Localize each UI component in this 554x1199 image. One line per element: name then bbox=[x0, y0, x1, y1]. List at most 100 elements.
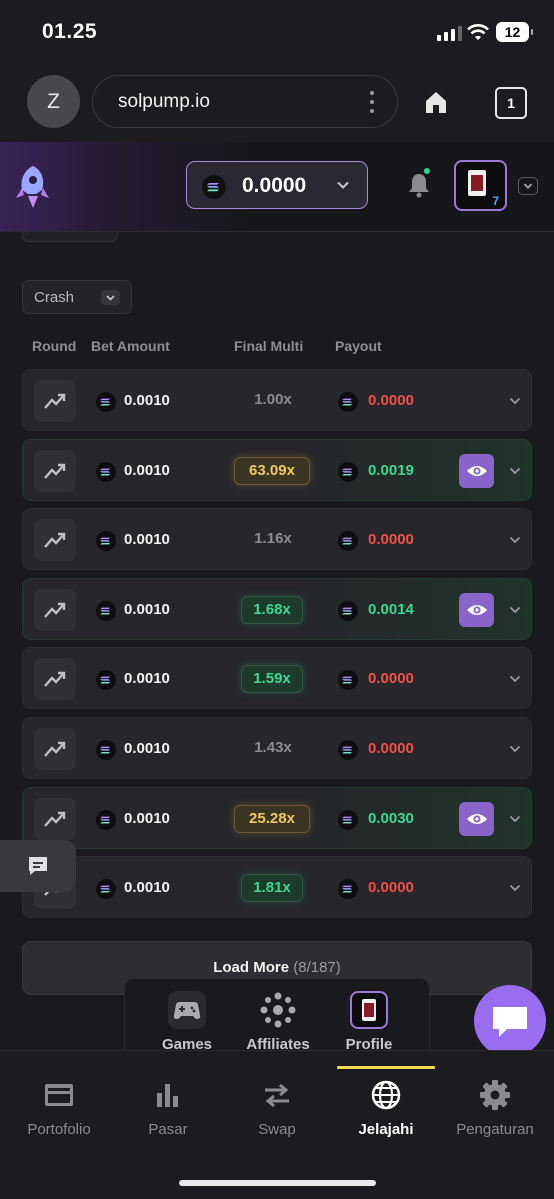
view-round-button[interactable] bbox=[459, 593, 494, 627]
status-bar: 01.25 12 bbox=[0, 0, 554, 64]
balance-amount: 0.0000 bbox=[242, 174, 307, 197]
view-round-button[interactable] bbox=[459, 454, 494, 488]
nav-pasar[interactable]: Pasar bbox=[113, 1079, 223, 1138]
nav-label: Swap bbox=[258, 1121, 296, 1138]
browser-avatar[interactable]: Z bbox=[27, 75, 80, 128]
tabs-button[interactable]: 1 bbox=[495, 87, 527, 119]
bet-amount: 0.0010 bbox=[124, 462, 170, 479]
expand-chevron-icon[interactable] bbox=[509, 882, 521, 894]
profile-avatar[interactable]: 7 bbox=[454, 160, 507, 211]
expand-chevron-icon[interactable] bbox=[509, 395, 521, 407]
final-multiplier: 25.28x bbox=[234, 805, 310, 833]
home-icon[interactable] bbox=[423, 89, 449, 115]
menu-item-label: Games bbox=[161, 1036, 213, 1050]
view-round-button[interactable] bbox=[459, 802, 494, 836]
nav-jelajahi[interactable]: Jelajahi bbox=[331, 1079, 441, 1138]
solana-icon bbox=[96, 601, 116, 626]
eye-icon bbox=[467, 814, 487, 824]
level-badge: 7 bbox=[492, 194, 499, 208]
menu-item-affiliates[interactable]: Affiliates bbox=[230, 979, 326, 1050]
table-row[interactable]: 0.0010 63.09x 0.0019 bbox=[22, 439, 532, 501]
popup-menu: Games Affiliates Profile bbox=[124, 978, 430, 1050]
chat-icon bbox=[493, 1007, 527, 1037]
table-row[interactable]: 0.0010 1.68x 0.0014 bbox=[22, 578, 532, 640]
bet-amount: 0.0010 bbox=[124, 810, 170, 827]
solana-icon bbox=[338, 879, 358, 904]
load-more-label: Load More bbox=[213, 959, 290, 976]
column-header-payout: Payout bbox=[335, 338, 382, 354]
nav-swap[interactable]: Swap bbox=[222, 1079, 332, 1138]
payout-amount: 0.0000 bbox=[368, 670, 414, 687]
support-chat-button[interactable] bbox=[474, 985, 546, 1050]
solana-icon bbox=[338, 392, 358, 417]
solana-icon bbox=[96, 531, 116, 556]
status-time: 01.25 bbox=[42, 20, 98, 43]
filter-button[interactable] bbox=[22, 232, 118, 242]
profile-chevron-down-icon[interactable] bbox=[518, 177, 538, 195]
final-multiplier: 1.81x bbox=[241, 874, 303, 902]
chat-bubble-icon bbox=[29, 857, 47, 875]
solpump-logo-icon[interactable] bbox=[14, 164, 52, 210]
payout-amount: 0.0000 bbox=[368, 879, 414, 896]
table-row[interactable]: 0.0010 25.28x 0.0030 bbox=[22, 787, 532, 849]
bet-amount: 0.0010 bbox=[124, 879, 170, 896]
solana-icon bbox=[96, 810, 116, 835]
address-bar[interactable]: solpump.io bbox=[92, 75, 398, 128]
url-text: solpump.io bbox=[118, 91, 210, 112]
network-icon bbox=[260, 992, 296, 1028]
expand-chevron-icon[interactable] bbox=[509, 673, 521, 685]
gear-icon bbox=[480, 1080, 510, 1110]
nav-portofolio[interactable]: Portofolio bbox=[4, 1079, 114, 1138]
bet-amount: 0.0010 bbox=[124, 601, 170, 618]
table-row[interactable]: 0.0010 1.59x 0.0000 bbox=[22, 647, 532, 709]
payout-amount: 0.0030 bbox=[368, 810, 414, 827]
solana-icon bbox=[338, 810, 358, 835]
bar-chart-icon bbox=[157, 1084, 178, 1107]
home-indicator bbox=[179, 1180, 376, 1186]
trend-up-icon bbox=[34, 589, 76, 631]
expand-chevron-icon[interactable] bbox=[509, 813, 521, 825]
expand-chevron-icon[interactable] bbox=[509, 534, 521, 546]
trend-up-icon bbox=[34, 798, 76, 840]
trend-up-icon bbox=[34, 450, 76, 492]
final-multiplier: 1.59x bbox=[241, 665, 303, 693]
game-filter-select[interactable]: Crash bbox=[22, 280, 132, 314]
table-row[interactable]: 0.0010 1.43x 0.0000 bbox=[22, 717, 532, 779]
table-row[interactable]: 0.0010 1.81x 0.0000 bbox=[22, 856, 532, 918]
nav-label: Pasar bbox=[148, 1121, 188, 1138]
nav-pengaturan[interactable]: Pengaturan bbox=[440, 1079, 550, 1138]
expand-chevron-icon[interactable] bbox=[509, 743, 521, 755]
final-multiplier: 1.16x bbox=[254, 530, 292, 547]
expand-chevron-icon[interactable] bbox=[509, 604, 521, 616]
table-row[interactable]: 0.0010 1.16x 0.0000 bbox=[22, 508, 532, 570]
trend-up-icon bbox=[34, 728, 76, 770]
menu-item-games[interactable]: Games bbox=[139, 979, 235, 1050]
balance-selector[interactable]: 0.0000 bbox=[186, 161, 368, 209]
expand-chevron-icon[interactable] bbox=[509, 465, 521, 477]
final-multiplier: 1.68x bbox=[241, 596, 303, 624]
column-header-bet-amount: Bet Amount bbox=[91, 338, 170, 354]
wifi-icon bbox=[467, 24, 489, 40]
column-header-final-multi: Final Multi bbox=[234, 338, 304, 354]
table-row[interactable]: 0.0010 1.00x 0.0000 bbox=[22, 369, 532, 431]
browser-bar: Z solpump.io 1 bbox=[0, 64, 554, 142]
swap-arrows-icon bbox=[265, 1083, 289, 1108]
globe-icon bbox=[371, 1080, 401, 1110]
bell-icon[interactable] bbox=[408, 172, 430, 198]
nav-label: Pengaturan bbox=[456, 1121, 534, 1138]
chevron-down-icon bbox=[101, 290, 120, 305]
more-options-icon[interactable] bbox=[370, 91, 374, 113]
eye-icon bbox=[467, 466, 487, 476]
bet-amount: 0.0010 bbox=[124, 531, 170, 548]
battery-icon: 12 bbox=[496, 22, 533, 42]
menu-item-profile[interactable]: Profile bbox=[321, 979, 417, 1050]
avatar-image bbox=[468, 170, 486, 196]
chat-tab[interactable] bbox=[0, 840, 76, 892]
payout-amount: 0.0000 bbox=[368, 740, 414, 757]
solana-icon bbox=[202, 175, 226, 199]
menu-item-label: Affiliates bbox=[246, 1036, 310, 1050]
solana-icon bbox=[96, 879, 116, 904]
solana-icon bbox=[338, 740, 358, 765]
bottom-navigation: Portofolio Pasar Swap Jelajahi Pengatura… bbox=[0, 1050, 554, 1199]
solana-icon bbox=[338, 462, 358, 487]
